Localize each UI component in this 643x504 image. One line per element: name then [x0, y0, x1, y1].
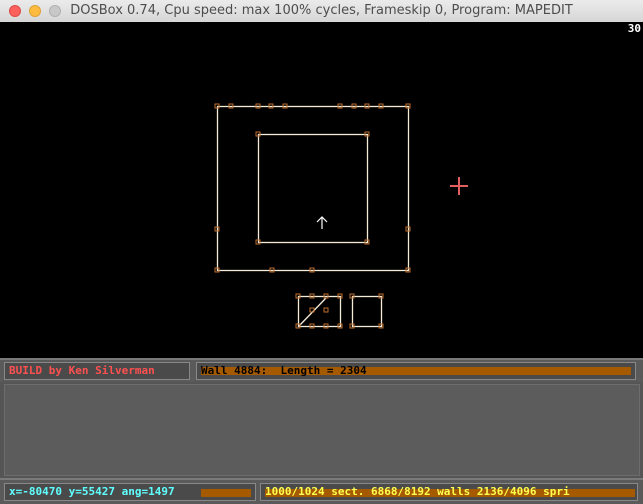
map-stats-box: 1000/1024 sect. 6868/8192 walls 2136/409…	[260, 483, 638, 501]
title-bar[interactable]: DOSBox 0.74, Cpu speed: max 100% cycles,…	[0, 0, 643, 23]
wall-info-text: Wall 4884: Length = 2304	[201, 364, 367, 377]
dosbox-window: DOSBox 0.74, Cpu speed: max 100% cycles,…	[0, 0, 643, 504]
outer-sector[interactable]	[216, 105, 410, 272]
wall-info-box: Wall 4884: Length = 2304	[196, 362, 636, 380]
coords-fill	[201, 489, 251, 497]
editor-screen[interactable]: 30 BUILD by Ken Silverman Wall 4884: Len…	[0, 22, 643, 504]
coords-box: x=-80470 y=55427 ang=1497	[4, 483, 256, 501]
credit-label: BUILD by Ken Silverman	[4, 362, 190, 380]
top-status-bar: BUILD by Ken Silverman Wall 4884: Length…	[0, 358, 643, 382]
status-panel: BUILD by Ken Silverman Wall 4884: Length…	[0, 358, 643, 504]
fps-counter: 30	[627, 22, 641, 35]
bottom-status-bar: x=-80470 y=55427 ang=1497 1000/1024 sect…	[0, 478, 643, 504]
inner-sector[interactable]	[257, 133, 369, 244]
window-title: DOSBox 0.74, Cpu speed: max 100% cycles,…	[70, 3, 573, 18]
vertices[interactable]	[214, 103, 411, 329]
map-stats-text: 1000/1024 sect. 6868/8192 walls 2136/409…	[265, 485, 570, 498]
map-canvas[interactable]	[0, 22, 643, 358]
message-area	[4, 384, 640, 476]
small-sector-right[interactable]	[351, 295, 383, 328]
small-sector-left[interactable]	[297, 295, 342, 328]
player-arrow-icon[interactable]	[316, 216, 328, 229]
crosshair-cursor-icon	[450, 177, 468, 195]
coords-text: x=-80470 y=55427 ang=1497	[9, 485, 175, 498]
